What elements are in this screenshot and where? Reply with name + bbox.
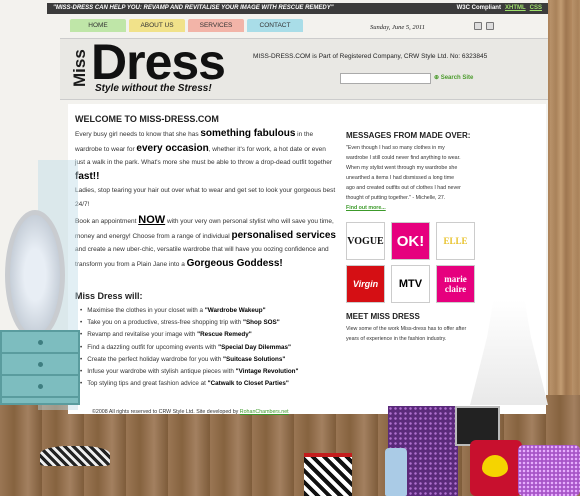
purple-bag-decoration <box>518 445 580 496</box>
elle-logo: ELLE <box>436 222 475 260</box>
list-item: Maximise the clothes in your closet with… <box>80 305 350 317</box>
welcome-paragraph-2: Book an appointment NOW with your very o… <box>75 214 336 269</box>
shoes-decoration <box>40 446 110 466</box>
developer-link[interactable]: RohanChambers.net <box>240 409 289 415</box>
main-nav: HOME ABOUT US SERVICES CONTACT <box>70 19 303 32</box>
footer: ©2008 All rights reserved to CRW Style L… <box>92 409 289 415</box>
search-button[interactable]: ⊕ Search Site <box>434 74 473 81</box>
services-list: Maximise the clothes in your closet with… <box>80 305 350 390</box>
list-item: Infuse your wardrobe with stylish antiqu… <box>80 366 350 378</box>
messages-title: MESSAGES FROM MADE OVER: <box>346 131 471 140</box>
print-icon[interactable] <box>486 22 494 30</box>
current-date: Sunday, June 5, 2011 <box>370 24 425 31</box>
slogan: "MISS-DRESS CAN HELP YOU: REVAMP AND REV… <box>53 5 334 11</box>
search-input[interactable] <box>340 73 431 84</box>
meet-text: View some of the work Miss-dress has to … <box>346 326 467 342</box>
mtv-logo: MTV <box>391 265 430 303</box>
list-item: Top styling tips and great fashion advic… <box>80 378 350 390</box>
ok-logo: OK! <box>391 222 430 260</box>
logo-miss[interactable]: Miss <box>70 41 89 87</box>
find-out-more-link[interactable]: Find out more... <box>346 205 386 211</box>
logo-tagline: Style without the Stress! <box>95 83 212 94</box>
email-icon[interactable] <box>474 22 482 30</box>
css-link[interactable]: CSS <box>530 5 542 11</box>
cabinet-decoration <box>0 330 80 405</box>
registration-text: MISS-DRESS.COM is Part of Registered Com… <box>253 53 488 60</box>
nav-services[interactable]: SERVICES <box>188 19 244 32</box>
vogue-logo: VOGUE <box>346 222 385 260</box>
heart-icon <box>482 455 508 477</box>
list-item: Find a dazzling outfit for upcoming even… <box>80 342 350 354</box>
top-bar: "MISS-DRESS CAN HELP YOU: REVAMP AND REV… <box>47 3 548 14</box>
list-item: Create the perfect holiday wardrobe for … <box>80 354 350 366</box>
nav-home[interactable]: HOME <box>70 19 126 32</box>
nav-contact[interactable]: CONTACT <box>247 19 303 32</box>
press-logos: VOGUE OK! ELLE Virgin MTV marie claire <box>346 222 475 303</box>
list-item: Take you on a productive, stress-free sh… <box>80 317 350 329</box>
utility-icons <box>474 22 494 30</box>
xhtml-link[interactable]: XHTML <box>505 5 526 11</box>
virgin-logo: Virgin <box>346 265 385 303</box>
logo-dress[interactable]: Dress <box>91 36 226 88</box>
nav-about[interactable]: ABOUT US <box>129 19 185 32</box>
mirror-decoration <box>5 210 65 340</box>
w3c-compliance: W3C Compliant XHTML CSS <box>456 5 542 11</box>
welcome-paragraph-1: Every busy girl needs to know that she h… <box>75 128 336 208</box>
testimonial-quote: "Even though I had so many clothes in my… <box>346 145 461 201</box>
meet-title[interactable]: MEET MISS DRESS <box>346 312 420 321</box>
services-title: Miss Dress will: <box>75 291 143 301</box>
marie-claire-logo: marie claire <box>436 265 475 303</box>
welcome-title: WELCOME TO MISS-DRESS.COM <box>75 114 219 124</box>
list-item: Revamp and revitalise your image with "R… <box>80 329 350 341</box>
gift-box-decoration <box>304 453 352 496</box>
perfume-bottle-decoration <box>385 448 407 496</box>
